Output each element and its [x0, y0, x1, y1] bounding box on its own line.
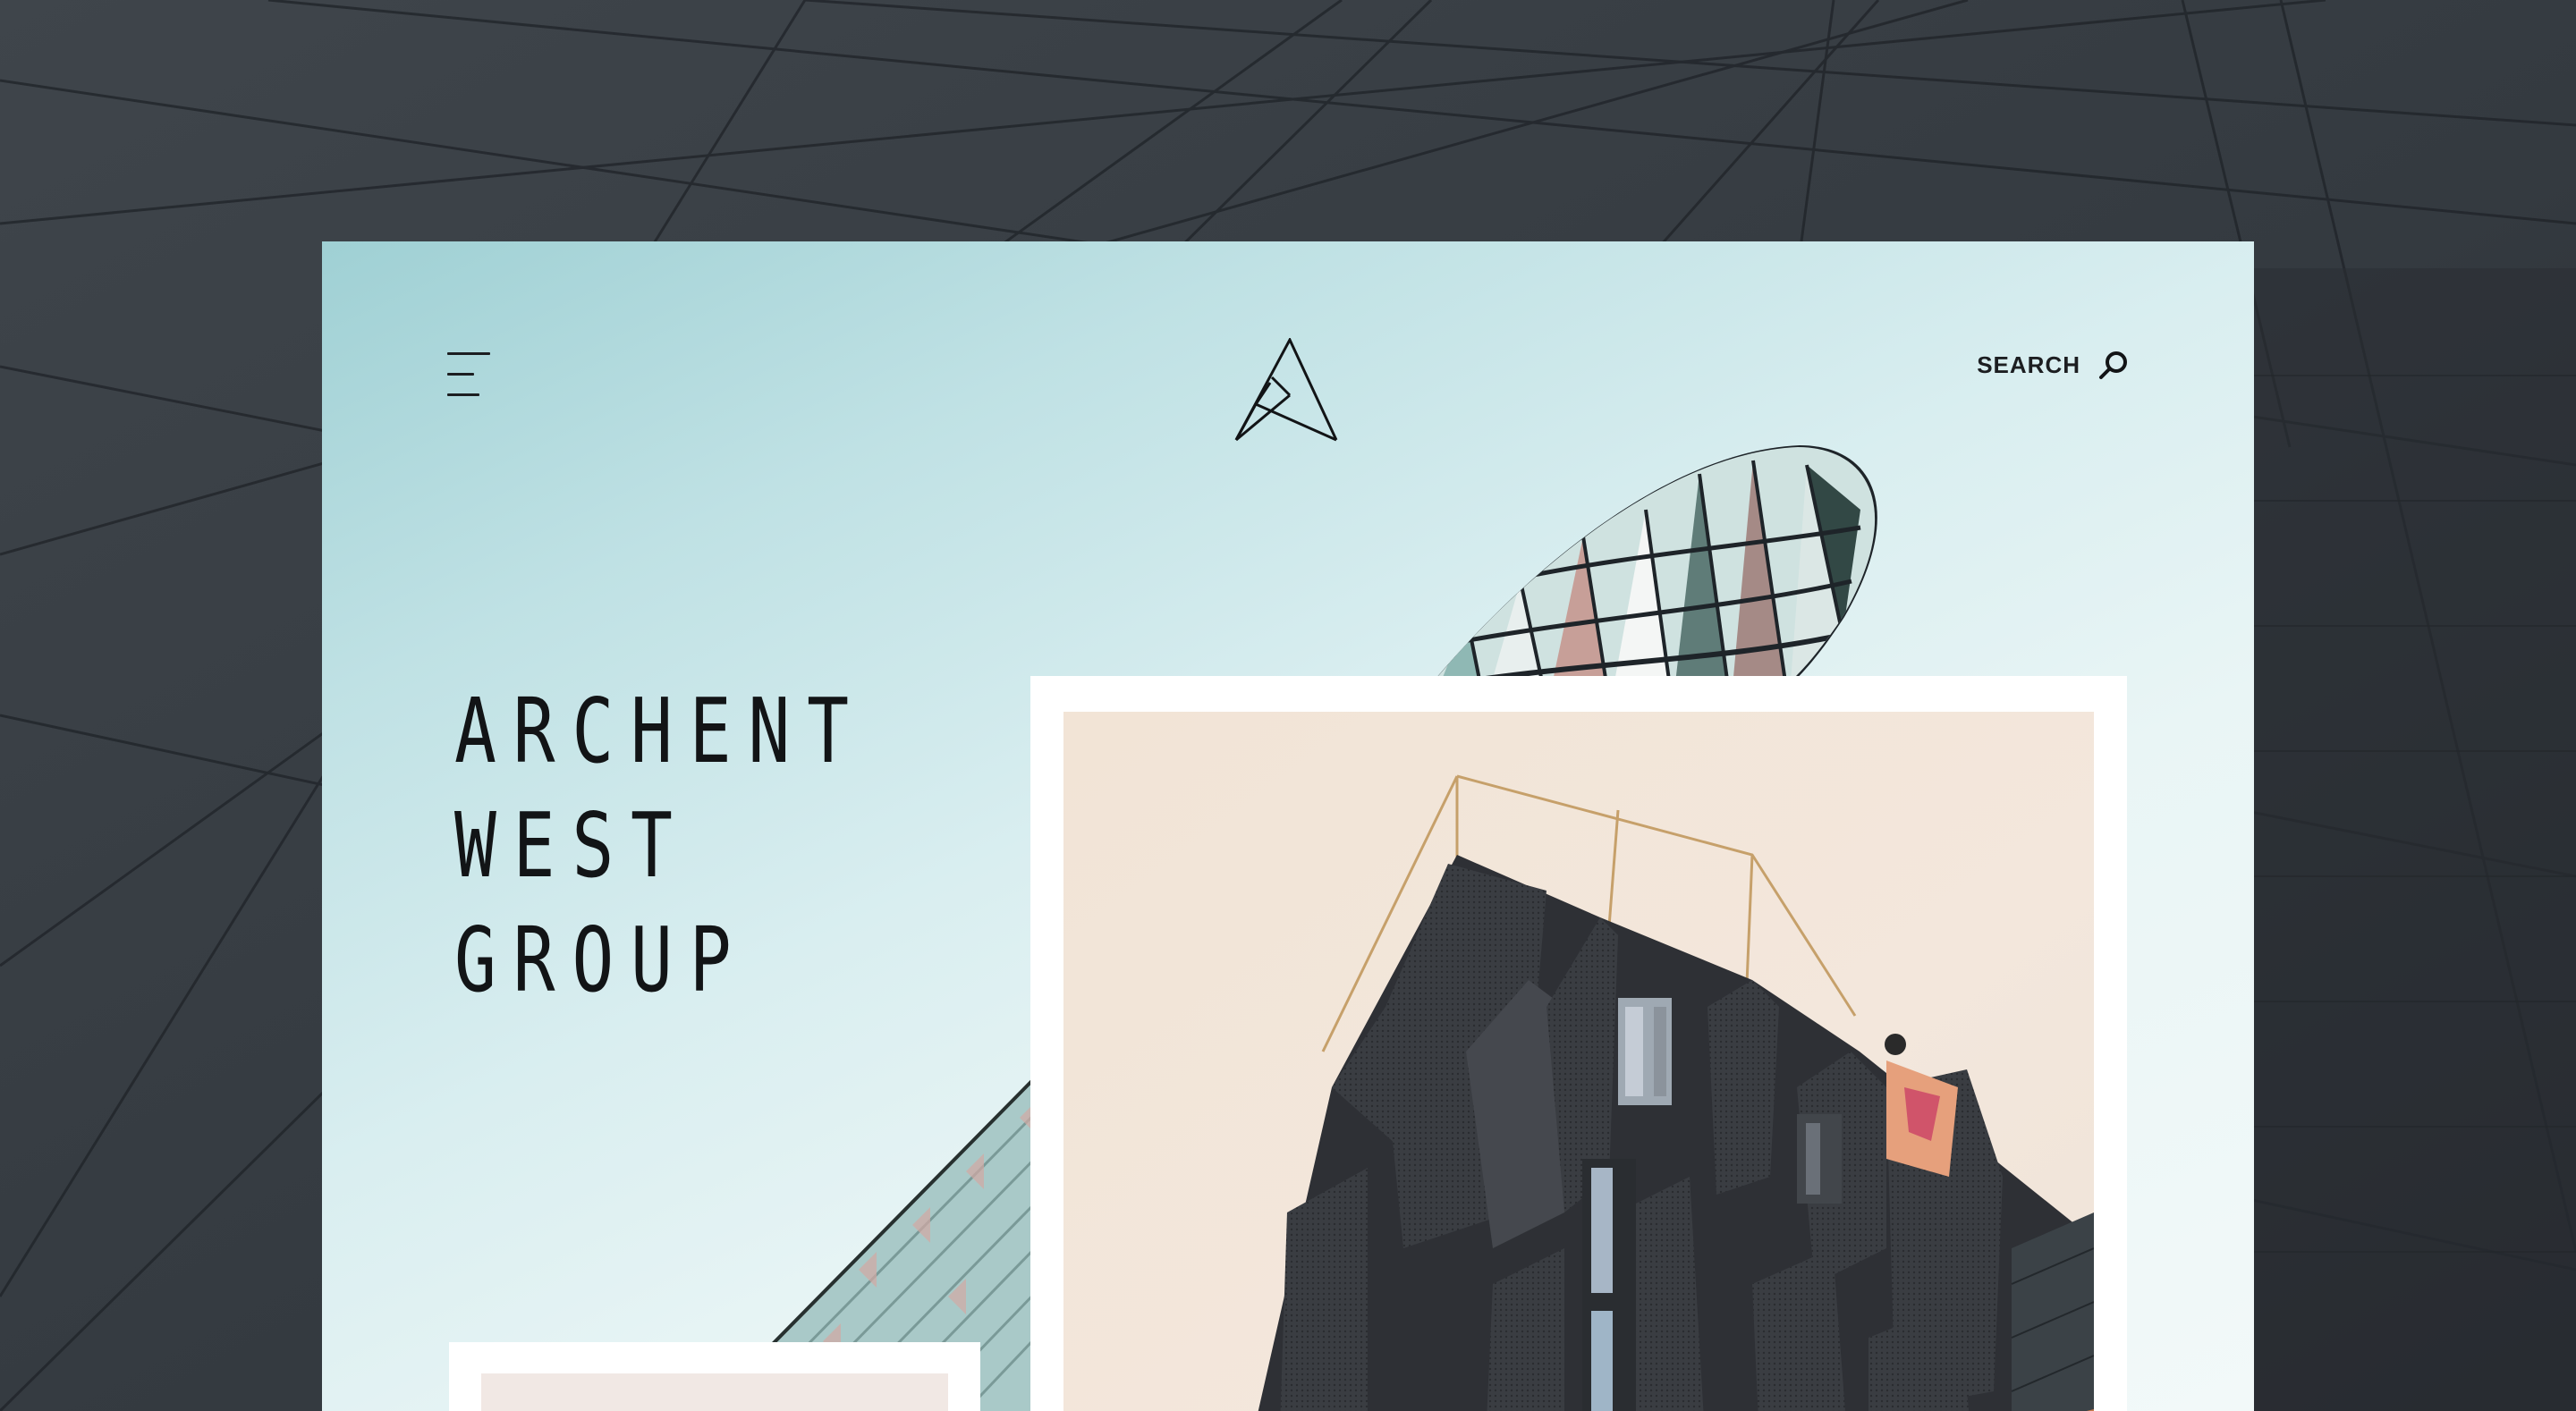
- menu-line: [447, 393, 479, 396]
- secondary-photo: [481, 1373, 948, 1411]
- brand-line-3: GROUP: [454, 908, 749, 1012]
- search-icon: [2099, 351, 2127, 379]
- brand-line-1: ARCHENT: [454, 679, 866, 783]
- search-label: SEARCH: [1977, 351, 2080, 378]
- menu-line: [447, 352, 490, 355]
- menu-line: [447, 373, 474, 376]
- page-stage: SEARCH ARCHENT WEST GROUP: [0, 0, 2576, 1411]
- featured-building-photo: [1063, 712, 2094, 1411]
- hero-card: SEARCH ARCHENT WEST GROUP: [322, 241, 2254, 1411]
- brand-wordmark: ARCHENT WEST GROUP: [454, 674, 955, 1018]
- brand-line-2: WEST: [454, 793, 690, 898]
- secondary-image-frame[interactable]: [449, 1342, 980, 1411]
- featured-image-frame[interactable]: [1030, 676, 2127, 1411]
- archent-triangle-logo-icon[interactable]: [1234, 338, 1338, 442]
- menu-button[interactable]: [447, 352, 494, 397]
- search-button[interactable]: SEARCH: [1977, 347, 2129, 383]
